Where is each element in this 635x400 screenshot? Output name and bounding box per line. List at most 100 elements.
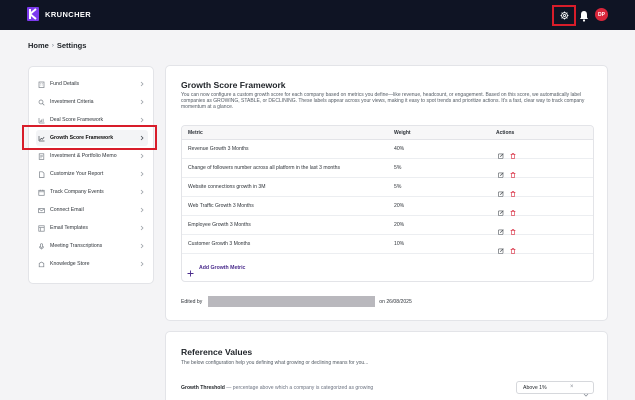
- add-growth-metric-button[interactable]: Add Growth Metric: [187, 264, 246, 277]
- sidebar-item-label: Meeting Transcriptions: [50, 243, 103, 249]
- edited-date: on 26/08/2025: [379, 298, 412, 305]
- growth-threshold-select[interactable]: Above 1% ×: [516, 381, 594, 397]
- delete-icon[interactable]: [510, 165, 516, 178]
- metric-name: Change of followers number across all pl…: [188, 165, 341, 171]
- delete-icon[interactable]: [510, 222, 516, 235]
- reference-values-card: Reference Values The below configuration…: [165, 331, 608, 400]
- report-icon: [38, 170, 45, 178]
- app-name: KRUNCHER: [45, 9, 92, 19]
- sidebar-item-knowledge-store[interactable]: Knowledge Store: [36, 256, 148, 272]
- edit-icon[interactable]: [498, 241, 504, 254]
- table-row: Customer Growth 3 Months 10%: [182, 235, 593, 254]
- top-bar: KRUNCHER DP: [0, 0, 635, 30]
- chevron-right-icon: [139, 189, 145, 195]
- sidebar-item-label: Fund Details: [50, 81, 80, 87]
- chevron-right-icon: [139, 207, 145, 213]
- column-header-weight: Weight: [394, 130, 411, 136]
- transcription-icon: [38, 242, 45, 250]
- metric-weight: 5%: [394, 184, 402, 190]
- score-icon: [38, 117, 45, 124]
- sidebar-item-meeting-transcriptions[interactable]: Meeting Transcriptions: [36, 238, 148, 254]
- section-description: You can now configure a custom growth sc…: [181, 92, 585, 111]
- sidebar-item-email-templates[interactable]: Email Templates: [36, 220, 148, 236]
- sidebar-item-label: Track Company Events: [50, 189, 104, 195]
- app-logo[interactable]: KRUNCHER: [27, 7, 91, 21]
- knowledge-icon: [38, 261, 45, 268]
- add-growth-metric-label: Add Growth Metric: [199, 264, 246, 271]
- breadcrumb-chevron-icon: ›: [51, 42, 54, 49]
- section-title: Growth Score Framework: [181, 80, 286, 90]
- growth-score-card: Growth Score Framework You can now confi…: [165, 65, 608, 321]
- chevron-down-icon: [583, 385, 589, 397]
- clear-icon[interactable]: ×: [570, 384, 574, 390]
- sidebar-item-investment-portfolio-memo[interactable]: Investment & Portfolio Memo: [36, 148, 148, 164]
- edited-by-line: Edited by on 26/08/2025: [181, 296, 412, 307]
- sidebar-item-customize-report[interactable]: Customize Your Report: [36, 166, 148, 182]
- settings-button[interactable]: [552, 5, 576, 26]
- metric-weight: 40%: [394, 146, 405, 152]
- plus-icon: [187, 264, 194, 277]
- memo-icon: [38, 152, 45, 160]
- criteria-icon: [38, 99, 45, 106]
- edited-by-prefix: Edited by: [181, 298, 203, 305]
- edit-icon[interactable]: [498, 146, 504, 159]
- sidebar-item-connect-email[interactable]: Connect Email: [36, 202, 148, 218]
- events-icon: [38, 189, 45, 196]
- section-description: The below configuration help you definin…: [181, 360, 369, 366]
- metric-name: Web Traffic Growth 3 Months: [188, 203, 254, 209]
- metric-weight: 10%: [394, 241, 405, 247]
- table-row: Web Traffic Growth 3 Months 20%: [182, 197, 593, 216]
- delete-icon[interactable]: [510, 241, 516, 254]
- delete-icon[interactable]: [510, 184, 516, 197]
- redacted-editor-name: [208, 296, 376, 307]
- metric-name: Customer Growth 3 Months: [188, 241, 251, 247]
- breadcrumb-current: Settings: [56, 41, 87, 50]
- user-avatar[interactable]: DP: [595, 8, 608, 21]
- column-header-metric: Metric: [188, 130, 203, 136]
- sidebar-item-label: Deal Score Framework: [50, 117, 104, 123]
- section-title: Reference Values: [181, 347, 253, 357]
- metric-name: Revenue Growth 3 Months: [188, 146, 249, 152]
- sidebar-item-investment-criteria[interactable]: Investment Criteria: [36, 94, 148, 110]
- chevron-right-icon: [139, 171, 145, 177]
- building-icon: [38, 81, 45, 88]
- table-row: Revenue Growth 3 Months 40%: [182, 140, 593, 159]
- sidebar-item-label: Knowledge Store: [50, 261, 90, 267]
- edit-icon[interactable]: [498, 165, 504, 178]
- sidebar-item-fund-details[interactable]: Fund Details: [36, 76, 148, 92]
- delete-icon[interactable]: [510, 146, 516, 159]
- growth-threshold-label: Growth Threshold: [181, 385, 225, 391]
- table-row: Change of followers number across all pl…: [182, 159, 593, 178]
- delete-icon[interactable]: [510, 203, 516, 216]
- edit-icon[interactable]: [498, 222, 504, 235]
- metric-name: Website connections growth in 3M: [188, 184, 266, 190]
- sidebar-item-track-company-events[interactable]: Track Company Events: [36, 184, 148, 200]
- sidebar-item-label: Investment & Portfolio Memo: [50, 153, 117, 159]
- template-icon: [38, 224, 45, 232]
- chevron-right-icon: [139, 99, 145, 105]
- kruncher-logo-icon: [27, 7, 39, 21]
- settings-sidebar: Fund Details Investment Criteria Deal Sc…: [28, 66, 154, 284]
- metric-weight: 5%: [394, 165, 402, 171]
- mail-icon: [38, 207, 45, 214]
- growth-threshold-hint: — percentage above which a company is ca…: [224, 385, 374, 391]
- breadcrumb-home[interactable]: Home: [28, 41, 49, 50]
- sidebar-item-label: Connect Email: [50, 207, 84, 213]
- chevron-right-icon: [139, 225, 145, 231]
- bell-icon[interactable]: [579, 9, 589, 22]
- edit-icon[interactable]: [498, 184, 504, 197]
- growth-metrics-table: Metric Weight Actions Revenue Growth 3 M…: [181, 125, 594, 282]
- active-item-highlight: [22, 125, 157, 150]
- chevron-right-icon: [139, 81, 145, 87]
- chevron-right-icon: [139, 243, 145, 249]
- edit-icon[interactable]: [498, 203, 504, 216]
- chevron-right-icon: [139, 153, 145, 159]
- breadcrumb: Home › Settings: [28, 41, 86, 50]
- growth-threshold-row: Growth Threshold — percentage above whic…: [181, 385, 373, 391]
- chevron-right-icon: [139, 261, 145, 267]
- chevron-right-icon: [139, 117, 145, 123]
- table-row: Website connections growth in 3M 5%: [182, 178, 593, 197]
- metric-weight: 20%: [394, 203, 405, 209]
- sidebar-item-label: Investment Criteria: [50, 99, 94, 105]
- table-header: Metric Weight Actions: [182, 126, 593, 140]
